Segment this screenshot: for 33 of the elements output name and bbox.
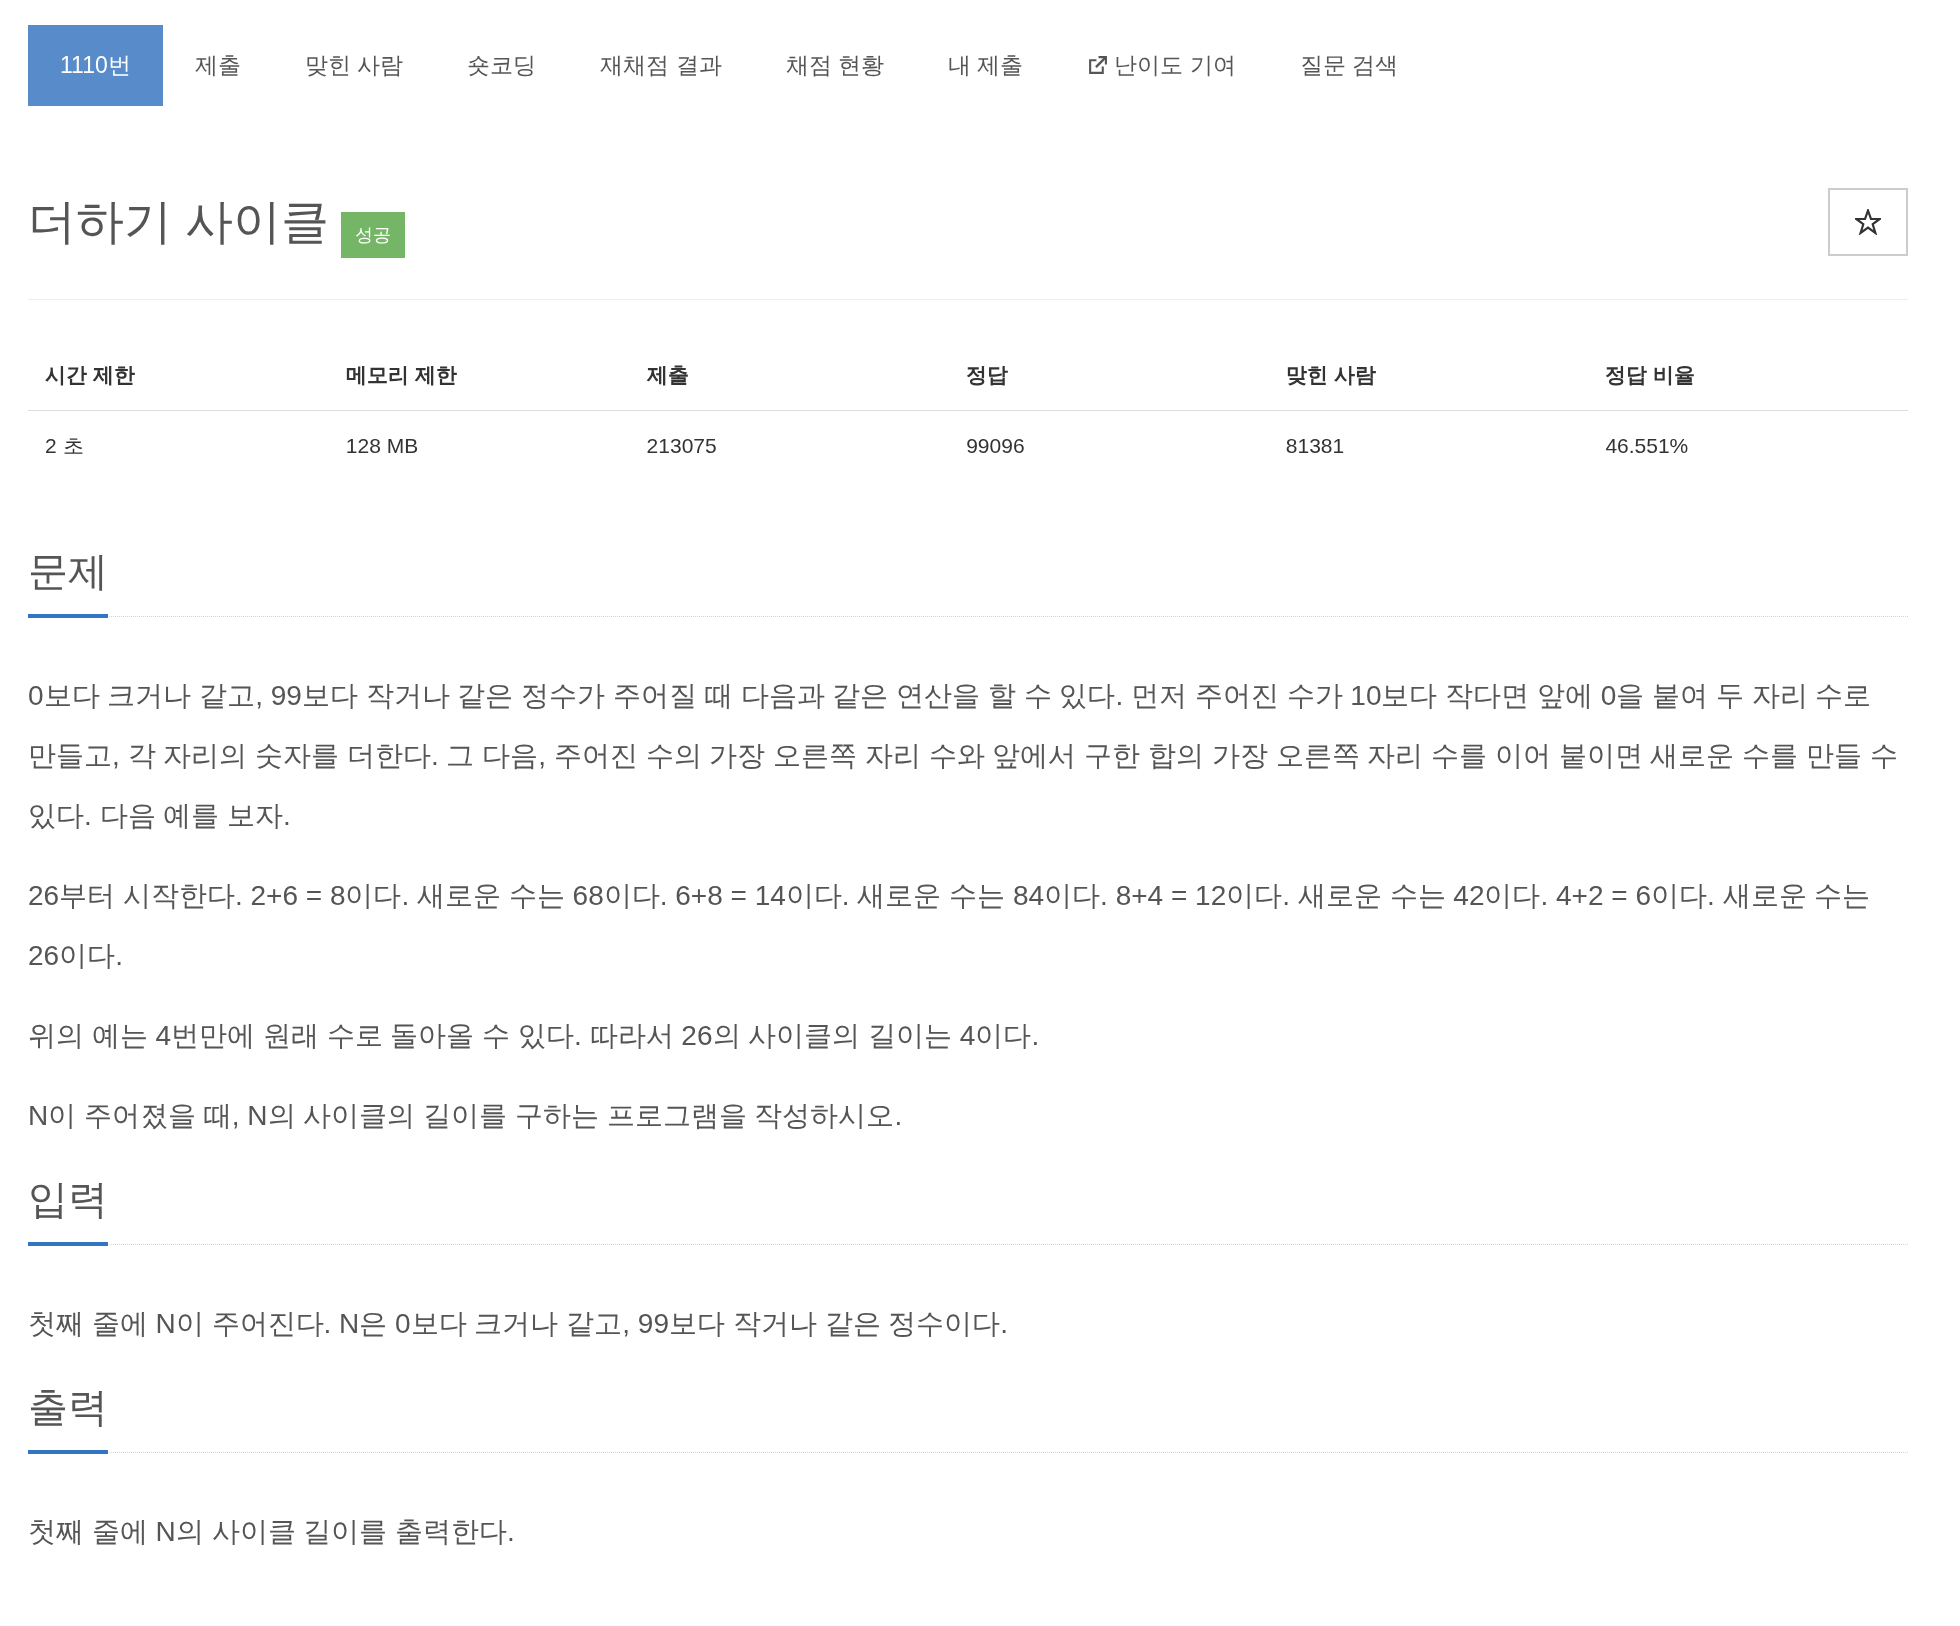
table-cell: 213075 bbox=[629, 410, 950, 481]
nav-tab[interactable]: 재채점 결과 bbox=[568, 25, 754, 106]
paragraph: 0보다 크거나 같고, 99보다 작거나 같은 정수가 주어질 때 다음과 같은 연산을 할 수 있다. 먼저 주어진 수가 10보다 작다면 앞에 0을 붙여 두 자리 수로 만들고, 각 자리의 숫자를 더한다. 그 다음, 주어진 수의 가장 오른쪽 자리 수와 앞에서 구한 합의 가장 오른쪽 자리 수를 이어 붙이면 새로운 수를 만들 수 있다. 다음 예를 보자. bbox=[28, 679, 1899, 833]
table-cell: 99096 bbox=[949, 410, 1269, 481]
section-heading: 문제 bbox=[28, 547, 108, 618]
favorite-button[interactable] bbox=[1828, 188, 1908, 256]
table-header-cell: 맞힌 사람 bbox=[1268, 340, 1589, 411]
paragraph: N이 주어졌을 때, N의 사이클의 길이를 구하는 프로그램을 작성하시오. bbox=[28, 1099, 904, 1133]
paragraph: 위의 예는 4번만에 원래 수로 돌아올 수 있다. 따라서 26의 사이클의 길이는 4이다. bbox=[28, 1019, 1041, 1053]
nav-tab[interactable]: 숏코딩 bbox=[435, 25, 569, 106]
table-header-cell: 정답 비율 bbox=[1588, 340, 1908, 411]
nav-tab[interactable]: 채점 현황 bbox=[753, 25, 916, 106]
section-heading: 입력 bbox=[28, 1175, 108, 1246]
paragraph: 첫째 줄에 N이 주어진다. N은 0보다 크거나 같고, 99보다 작거나 같은 정수이다. bbox=[28, 1307, 1010, 1341]
problem-title: 더하기 사이클 bbox=[28, 194, 330, 250]
table-cell: 2 초 bbox=[28, 410, 329, 481]
table-header-cell: 메모리 제한 bbox=[328, 340, 630, 411]
status-badge: 성공 bbox=[341, 212, 406, 258]
paragraph: 첫째 줄에 N의 사이클 길이를 출력한다. bbox=[28, 1515, 516, 1549]
nav-tab[interactable]: 질문 검색 bbox=[1267, 25, 1431, 106]
table-header-cell: 제출 bbox=[629, 340, 950, 411]
nav-tab[interactable]: 맞힌 사람 bbox=[272, 25, 436, 106]
table-header-cell: 정답 bbox=[949, 340, 1269, 411]
table-cell: 81381 bbox=[1268, 410, 1589, 481]
paragraph: 26부터 시작한다. 2+6 = 8이다. 새로운 수는 68이다. 6+8 = 14이다. 새로운 수는 84이다. 8+4 = 12이다. 새로운 수는 42이다. 4+2 = 6이다. 새로운 수는 26이다. bbox=[28, 879, 1872, 973]
nav-tab[interactable]: 내 제출 bbox=[915, 25, 1056, 106]
table-cell: 46.551% bbox=[1588, 410, 1908, 481]
nav-tab[interactable]: 난이도 기여 bbox=[1055, 25, 1268, 106]
nav-tab[interactable]: 제출 bbox=[162, 25, 273, 106]
table-cell: 128 MB bbox=[328, 410, 630, 481]
section-heading: 출력 bbox=[28, 1383, 108, 1454]
nav-tab[interactable]: 1110번 bbox=[28, 25, 163, 106]
table-header-cell: 시간 제한 bbox=[28, 340, 329, 411]
